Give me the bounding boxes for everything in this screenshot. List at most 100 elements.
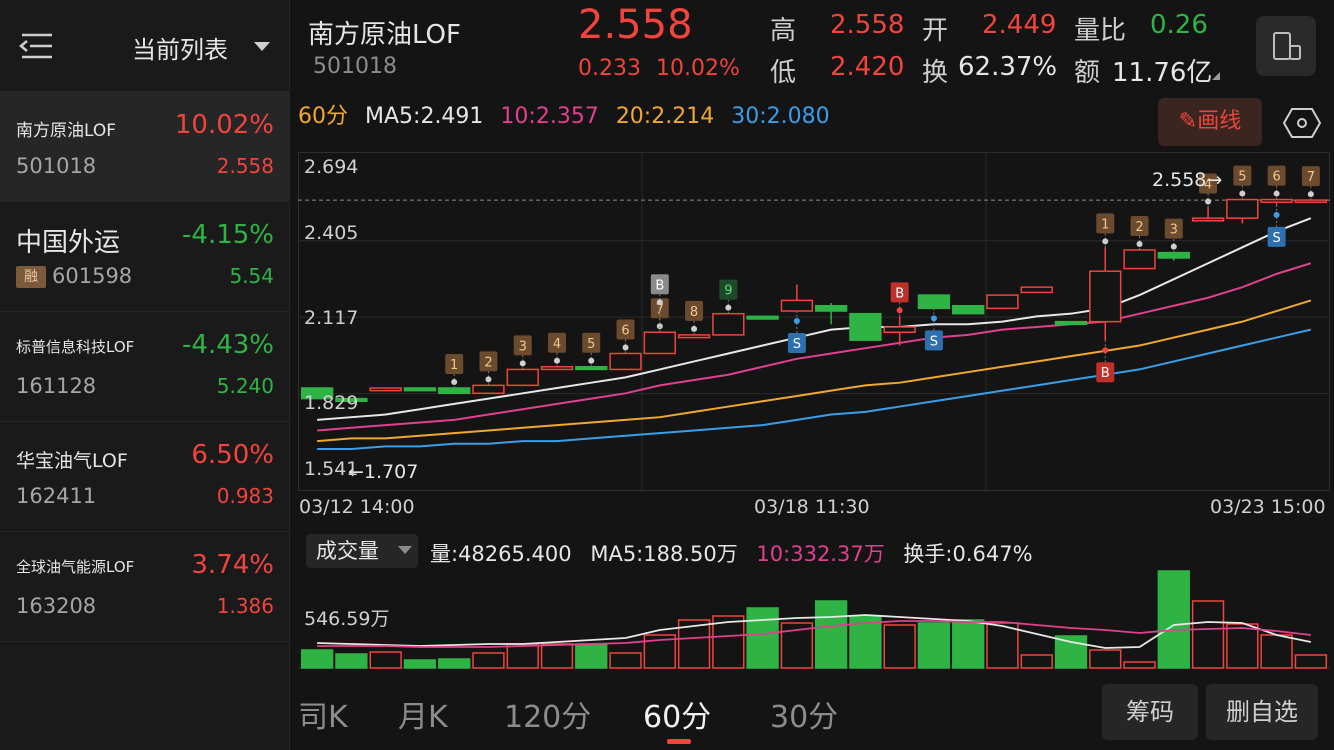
low-value: 2.420: [830, 52, 905, 82]
stock-list-item[interactable]: 标普信息科技LOF -4.43% 161128 5.240: [0, 312, 290, 422]
y-tick-label: 1.829: [304, 392, 359, 414]
marker-dot: [519, 360, 526, 367]
stock-code-row: 融 601598: [16, 264, 132, 288]
margin-badge: 融: [16, 266, 46, 288]
stock-name: 全球油气能源LOF: [16, 558, 135, 576]
remove-watchlist-button[interactable]: 删自选: [1206, 684, 1318, 740]
volume-ma10: 10:332.37万: [756, 542, 885, 566]
high-value: 2.558: [830, 10, 905, 40]
stock-price: 0.983: [216, 484, 274, 508]
y-tick-label: 2.694: [304, 156, 359, 178]
expand-quote-icon[interactable]: [1212, 72, 1220, 80]
volume-ratio-label: 量比: [1074, 16, 1127, 46]
kline-chart[interactable]: 1 23 4 567B89SBS1B2 345 6 7S2.558→←1.707: [298, 152, 1330, 492]
ma-legend: 60分 MA5:2.491 10:2.357 20:2.214 30:2.080: [298, 98, 840, 130]
candle-body: [403, 387, 437, 392]
chips-button[interactable]: 筹码: [1102, 684, 1198, 740]
stock-change: -4.15%: [182, 220, 274, 250]
tab-period[interactable]: 司K: [298, 692, 348, 736]
sidebar-header: 当前列表: [0, 0, 290, 92]
signal-marker-label: S: [930, 334, 938, 349]
stock-change: 10.02%: [174, 110, 274, 140]
candle-body: [746, 315, 779, 320]
turnover-value: 62.37%: [958, 52, 1058, 82]
stock-list-item[interactable]: 华宝油气LOF 6.50% 162411 0.983: [0, 422, 290, 532]
volume-bar: [1260, 634, 1293, 669]
last-price: 2.558: [578, 2, 693, 48]
stock-code: 161128: [16, 374, 97, 398]
volume-bar: [609, 652, 642, 669]
amount-value: 11.76亿: [1112, 58, 1213, 88]
screen-switch-button[interactable]: [1256, 16, 1316, 76]
volume-ma5: MA5:188.50万: [590, 542, 738, 566]
stock-list-item[interactable]: 南方原油LOF 10.02% 501018 2.558: [0, 92, 290, 202]
hexagon-settings-icon[interactable]: [1282, 106, 1322, 140]
candle-body: [1226, 198, 1259, 219]
active-tab-indicator: [667, 739, 691, 744]
ma10-line: [317, 262, 1312, 432]
volume-bar: [746, 607, 779, 669]
signal-marker-label: 3: [519, 339, 527, 354]
marker-dot: [1273, 190, 1280, 197]
signal-marker-label: B: [1101, 366, 1110, 381]
tab-period[interactable]: 120分: [504, 692, 591, 736]
stock-name: 华宝油气LOF: [16, 450, 128, 472]
collapse-list-icon[interactable]: [16, 30, 56, 62]
phone-rotate-icon: [1273, 32, 1301, 60]
stock-change: -4.43%: [182, 330, 274, 360]
marker-dot: [725, 304, 732, 311]
stock-change: 6.50%: [191, 440, 274, 470]
ma20-line: [317, 299, 1312, 443]
marker-dot: [1307, 191, 1314, 198]
marker-dot: [656, 299, 663, 306]
candle-body: [506, 368, 539, 387]
turnover-label: 换: [922, 58, 949, 88]
volume-bar: [986, 622, 1019, 669]
stock-title: 南方原油LOF: [308, 20, 461, 50]
signal-marker-label: 6: [621, 323, 629, 338]
tab-period-active[interactable]: 60分: [643, 692, 711, 736]
volume-bar: [1123, 661, 1156, 669]
period-label: 60分: [298, 104, 348, 129]
candle-body: [472, 384, 505, 395]
candle-body: [1294, 199, 1328, 203]
candle-body: [986, 294, 1019, 310]
tab-period[interactable]: 30分: [770, 692, 838, 736]
chevron-down-icon[interactable]: [398, 546, 412, 554]
marker-dot: [930, 315, 937, 322]
stock-change: 3.74%: [191, 550, 274, 580]
volume-bar: [1054, 635, 1088, 669]
signal-marker-label: 3: [1170, 223, 1178, 238]
y-tick-label: 2.117: [304, 307, 359, 329]
volume-bar: [575, 643, 608, 669]
signal-marker-label: S: [1272, 231, 1280, 246]
candle-body: [609, 352, 642, 371]
marker-dot: [622, 344, 629, 351]
tab-period[interactable]: 月K: [398, 692, 448, 736]
marker-dot: [1273, 211, 1280, 218]
candle-body: [1123, 249, 1156, 270]
candle-body: [540, 366, 574, 371]
volume-bar: [1294, 654, 1328, 669]
candle-body: [814, 304, 848, 312]
marker-dot: [485, 376, 492, 383]
volume-bar: [369, 651, 402, 669]
stock-list-item[interactable]: 全球油气能源LOF 3.74% 163208 1.386: [0, 532, 290, 642]
candle-body: [917, 294, 951, 310]
draw-line-button[interactable]: ✎画线: [1158, 98, 1262, 146]
signal-marker-label: S: [793, 337, 801, 352]
candle-body: [1260, 198, 1293, 203]
stock-price: 5.240: [216, 374, 274, 398]
signal-marker-label: 1: [450, 358, 458, 373]
low-label: 低: [770, 58, 797, 88]
chart-frame: [298, 152, 1330, 491]
list-selector[interactable]: 当前列表: [132, 30, 228, 65]
candle-body: [643, 331, 676, 355]
chevron-down-icon[interactable]: [254, 42, 270, 51]
stock-list-item[interactable]: 中国外运 -4.15% 融 601598 5.54: [0, 202, 290, 312]
volume-y-tick: 546.59万: [304, 608, 390, 630]
volume-chart[interactable]: [298, 566, 1330, 670]
signal-marker-label: 6: [1272, 170, 1280, 185]
y-tick-label: 1.541: [304, 458, 359, 480]
x-tick-label: 03/18 11:30: [754, 496, 870, 518]
